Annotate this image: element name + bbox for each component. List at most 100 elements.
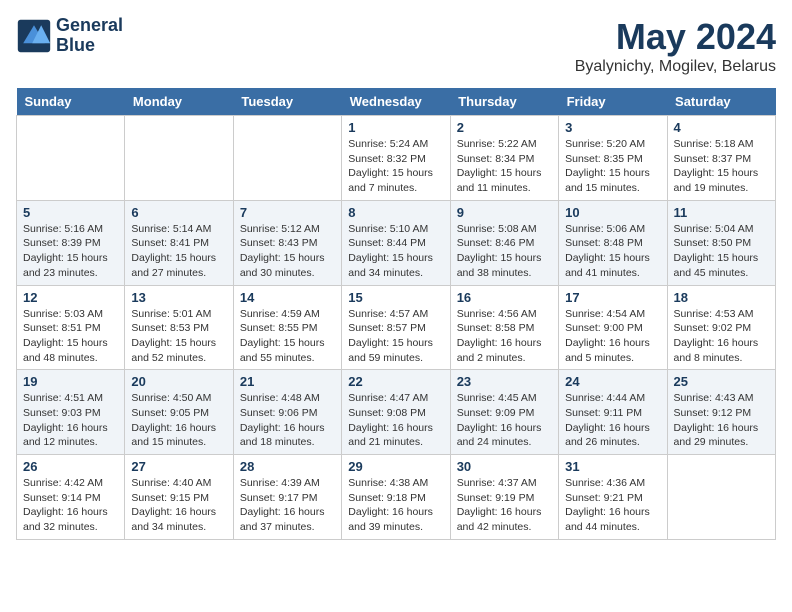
calendar-week-row: 26Sunrise: 4:42 AMSunset: 9:14 PMDayligh… xyxy=(17,455,776,540)
day-info: Sunrise: 5:12 AMSunset: 8:43 PMDaylight:… xyxy=(240,222,335,281)
day-number: 16 xyxy=(457,290,552,305)
calendar-cell: 15 Sunrise: 4:57 AMSunset: 8:57 PMDayligh… xyxy=(342,285,450,370)
day-info: Sunrise: 4:48 AMSunset: 9:06 PMDaylight:… xyxy=(240,391,335,450)
calendar-cell: 26Sunrise: 4:42 AMSunset: 9:14 PMDayligh… xyxy=(17,455,125,540)
month-title: May 2024 xyxy=(575,16,776,58)
calendar-cell: 29 Sunrise: 4:38 AMSunset: 9:18 PMDayligh… xyxy=(342,455,450,540)
day-number: 31 xyxy=(565,459,660,474)
calendar-cell: 16 Sunrise: 4:56 AMSunset: 8:58 PMDayligh… xyxy=(450,285,558,370)
calendar-cell: 6 Sunrise: 5:14 AMSunset: 8:41 PMDaylight… xyxy=(125,200,233,285)
calendar-cell: 4 Sunrise: 5:18 AMSunset: 8:37 PMDaylight… xyxy=(667,116,775,201)
calendar-cell: 3 Sunrise: 5:20 AMSunset: 8:35 PMDaylight… xyxy=(559,116,667,201)
day-info: Sunrise: 4:51 AMSunset: 9:03 PMDaylight:… xyxy=(23,391,118,450)
calendar-week-row: 12Sunrise: 5:03 AMSunset: 8:51 PMDayligh… xyxy=(17,285,776,370)
title-block: May 2024 Byalynichy, Mogilev, Belarus xyxy=(575,16,776,76)
day-number: 12 xyxy=(23,290,118,305)
day-info: Sunrise: 5:18 AMSunset: 8:37 PMDaylight:… xyxy=(674,137,769,196)
day-number: 23 xyxy=(457,374,552,389)
location-title: Byalynichy, Mogilev, Belarus xyxy=(575,58,776,76)
day-info: Sunrise: 4:39 AMSunset: 9:17 PMDaylight:… xyxy=(240,476,335,535)
calendar-cell: 9 Sunrise: 5:08 AMSunset: 8:46 PMDaylight… xyxy=(450,200,558,285)
calendar-cell xyxy=(17,116,125,201)
page-header: GeneralBlue May 2024 Byalynichy, Mogilev… xyxy=(16,16,776,76)
day-number: 9 xyxy=(457,205,552,220)
day-info: Sunrise: 5:20 AMSunset: 8:35 PMDaylight:… xyxy=(565,137,660,196)
calendar-cell: 8Sunrise: 5:10 AMSunset: 8:44 PMDaylight… xyxy=(342,200,450,285)
day-info: Sunrise: 4:43 AMSunset: 9:12 PMDaylight:… xyxy=(674,391,769,450)
day-number: 25 xyxy=(674,374,769,389)
day-info: Sunrise: 4:53 AMSunset: 9:02 PMDaylight:… xyxy=(674,307,769,366)
day-info: Sunrise: 5:16 AMSunset: 8:39 PMDaylight:… xyxy=(23,222,118,281)
day-number: 6 xyxy=(131,205,226,220)
day-info: Sunrise: 4:36 AMSunset: 9:21 PMDaylight:… xyxy=(565,476,660,535)
day-number: 1 xyxy=(348,120,443,135)
calendar-cell: 10 Sunrise: 5:06 AMSunset: 8:48 PMDayligh… xyxy=(559,200,667,285)
day-info: Sunrise: 4:44 AMSunset: 9:11 PMDaylight:… xyxy=(565,391,660,450)
day-number: 5 xyxy=(23,205,118,220)
day-info: Sunrise: 4:57 AMSunset: 8:57 PMDaylight:… xyxy=(348,307,443,366)
day-number: 13 xyxy=(131,290,226,305)
calendar-cell xyxy=(125,116,233,201)
day-number: 20 xyxy=(131,374,226,389)
calendar-cell: 5 Sunrise: 5:16 AMSunset: 8:39 PMDaylight… xyxy=(17,200,125,285)
calendar-cell: 27 Sunrise: 4:40 AMSunset: 9:15 PMDayligh… xyxy=(125,455,233,540)
day-number: 17 xyxy=(565,290,660,305)
calendar-week-row: 5 Sunrise: 5:16 AMSunset: 8:39 PMDaylight… xyxy=(17,200,776,285)
day-info: Sunrise: 5:04 AMSunset: 8:50 PMDaylight:… xyxy=(674,222,769,281)
day-info: Sunrise: 4:54 AMSunset: 9:00 PMDaylight:… xyxy=(565,307,660,366)
day-info: Sunrise: 5:14 AMSunset: 8:41 PMDaylight:… xyxy=(131,222,226,281)
calendar-week-row: 19 Sunrise: 4:51 AMSunset: 9:03 PMDayligh… xyxy=(17,370,776,455)
calendar-cell: 18Sunrise: 4:53 AMSunset: 9:02 PMDayligh… xyxy=(667,285,775,370)
header-friday: Friday xyxy=(559,88,667,116)
header-wednesday: Wednesday xyxy=(342,88,450,116)
day-number: 10 xyxy=(565,205,660,220)
calendar-cell: 25 Sunrise: 4:43 AMSunset: 9:12 PMDayligh… xyxy=(667,370,775,455)
day-number: 21 xyxy=(240,374,335,389)
day-number: 15 xyxy=(348,290,443,305)
day-number: 26 xyxy=(23,459,118,474)
calendar-cell: 31 Sunrise: 4:36 AMSunset: 9:21 PMDayligh… xyxy=(559,455,667,540)
calendar-cell: 1 Sunrise: 5:24 AMSunset: 8:32 PMDaylight… xyxy=(342,116,450,201)
day-info: Sunrise: 5:08 AMSunset: 8:46 PMDaylight:… xyxy=(457,222,552,281)
calendar-cell: 12Sunrise: 5:03 AMSunset: 8:51 PMDayligh… xyxy=(17,285,125,370)
header-thursday: Thursday xyxy=(450,88,558,116)
day-info: Sunrise: 4:50 AMSunset: 9:05 PMDaylight:… xyxy=(131,391,226,450)
calendar-cell: 7 Sunrise: 5:12 AMSunset: 8:43 PMDaylight… xyxy=(233,200,341,285)
day-info: Sunrise: 5:06 AMSunset: 8:48 PMDaylight:… xyxy=(565,222,660,281)
day-number: 27 xyxy=(131,459,226,474)
day-number: 19 xyxy=(23,374,118,389)
header-tuesday: Tuesday xyxy=(233,88,341,116)
day-number: 3 xyxy=(565,120,660,135)
logo-icon xyxy=(16,18,52,54)
day-number: 29 xyxy=(348,459,443,474)
day-info: Sunrise: 4:59 AMSunset: 8:55 PMDaylight:… xyxy=(240,307,335,366)
day-number: 22 xyxy=(348,374,443,389)
day-info: Sunrise: 5:01 AMSunset: 8:53 PMDaylight:… xyxy=(131,307,226,366)
day-info: Sunrise: 4:40 AMSunset: 9:15 PMDaylight:… xyxy=(131,476,226,535)
calendar-cell: 2 Sunrise: 5:22 AMSunset: 8:34 PMDaylight… xyxy=(450,116,558,201)
calendar-week-row: 1 Sunrise: 5:24 AMSunset: 8:32 PMDaylight… xyxy=(17,116,776,201)
calendar-table: SundayMondayTuesdayWednesdayThursdayFrid… xyxy=(16,88,776,540)
day-number: 14 xyxy=(240,290,335,305)
calendar-cell: 21 Sunrise: 4:48 AMSunset: 9:06 PMDayligh… xyxy=(233,370,341,455)
calendar-cell: 20 Sunrise: 4:50 AMSunset: 9:05 PMDayligh… xyxy=(125,370,233,455)
logo: GeneralBlue xyxy=(16,16,123,56)
day-number: 4 xyxy=(674,120,769,135)
calendar-cell: 28Sunrise: 4:39 AMSunset: 9:17 PMDayligh… xyxy=(233,455,341,540)
day-number: 2 xyxy=(457,120,552,135)
day-info: Sunrise: 5:22 AMSunset: 8:34 PMDaylight:… xyxy=(457,137,552,196)
day-number: 11 xyxy=(674,205,769,220)
day-number: 8 xyxy=(348,205,443,220)
day-number: 7 xyxy=(240,205,335,220)
day-info: Sunrise: 4:38 AMSunset: 9:18 PMDaylight:… xyxy=(348,476,443,535)
day-info: Sunrise: 4:37 AMSunset: 9:19 PMDaylight:… xyxy=(457,476,552,535)
calendar-cell: 22Sunrise: 4:47 AMSunset: 9:08 PMDayligh… xyxy=(342,370,450,455)
calendar-cell: 24Sunrise: 4:44 AMSunset: 9:11 PMDayligh… xyxy=(559,370,667,455)
calendar-cell: 11 Sunrise: 5:04 AMSunset: 8:50 PMDayligh… xyxy=(667,200,775,285)
day-info: Sunrise: 4:56 AMSunset: 8:58 PMDaylight:… xyxy=(457,307,552,366)
day-info: Sunrise: 5:24 AMSunset: 8:32 PMDaylight:… xyxy=(348,137,443,196)
calendar-cell xyxy=(667,455,775,540)
day-info: Sunrise: 4:45 AMSunset: 9:09 PMDaylight:… xyxy=(457,391,552,450)
calendar-cell: 30Sunrise: 4:37 AMSunset: 9:19 PMDayligh… xyxy=(450,455,558,540)
calendar-cell xyxy=(233,116,341,201)
